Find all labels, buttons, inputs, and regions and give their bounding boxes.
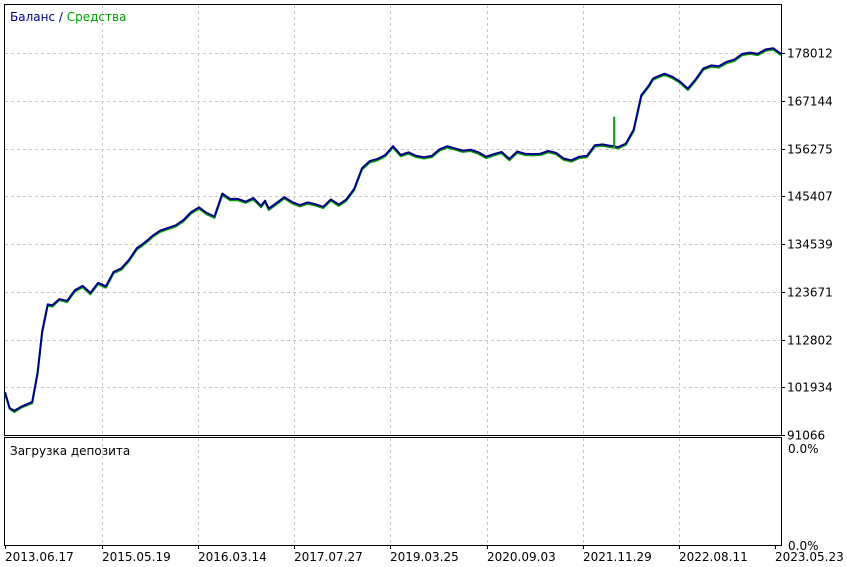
x-tick-label: 2013.06.17	[5, 550, 74, 564]
x-tick-label: 2022.08.11	[679, 550, 748, 564]
legend-equity: Средства	[67, 10, 127, 24]
x-tick-label: 2016.03.14	[198, 550, 267, 564]
y-tick-label: 91066	[787, 429, 825, 443]
y-tick-label: 167144	[787, 95, 833, 109]
y-tick-label: 123671	[787, 286, 833, 300]
x-tick-label: 2020.09.03	[487, 550, 556, 564]
y-tick-label: 156275	[787, 143, 833, 157]
y-tick-label: 101934	[787, 381, 833, 395]
equity-line	[4, 48, 782, 413]
series-layer	[4, 47, 782, 413]
y-tick-label: 145407	[787, 190, 833, 204]
balance-line	[4, 47, 782, 412]
x-tick-label: 2017.07.27	[294, 550, 363, 564]
deposit-panel-title: Загрузка депозита	[10, 444, 130, 458]
balance-chart: 91066 101934 112802 123671 134539 145407 15627…	[4, 4, 844, 564]
deposit-grid	[102, 438, 680, 545]
main-grid	[5, 5, 781, 435]
legend-balance: Баланс	[10, 10, 55, 24]
y-axis-ticks: 91066 101934 112802 123671 134539 145407 15627…	[781, 47, 833, 443]
x-tick-label: 2023.05.23	[775, 550, 844, 564]
x-tick-label: 2021.11.29	[583, 550, 652, 564]
main-chart-frame	[4, 4, 782, 436]
legend: Баланс / Средства	[10, 10, 126, 24]
deposit-top-value: 0.0%	[788, 442, 819, 456]
y-tick-label: 178012	[787, 47, 833, 61]
legend-separator: /	[55, 10, 67, 24]
x-tick-label: 2019.03.25	[390, 550, 459, 564]
y-tick-label: 112802	[787, 334, 833, 348]
x-tick-label: 2015.05.19	[102, 550, 171, 564]
y-tick-label: 134539	[787, 238, 833, 252]
x-axis-ticks: 2013.06.17 2015.05.19 2016.03.14 2017.07.27…	[5, 545, 844, 564]
